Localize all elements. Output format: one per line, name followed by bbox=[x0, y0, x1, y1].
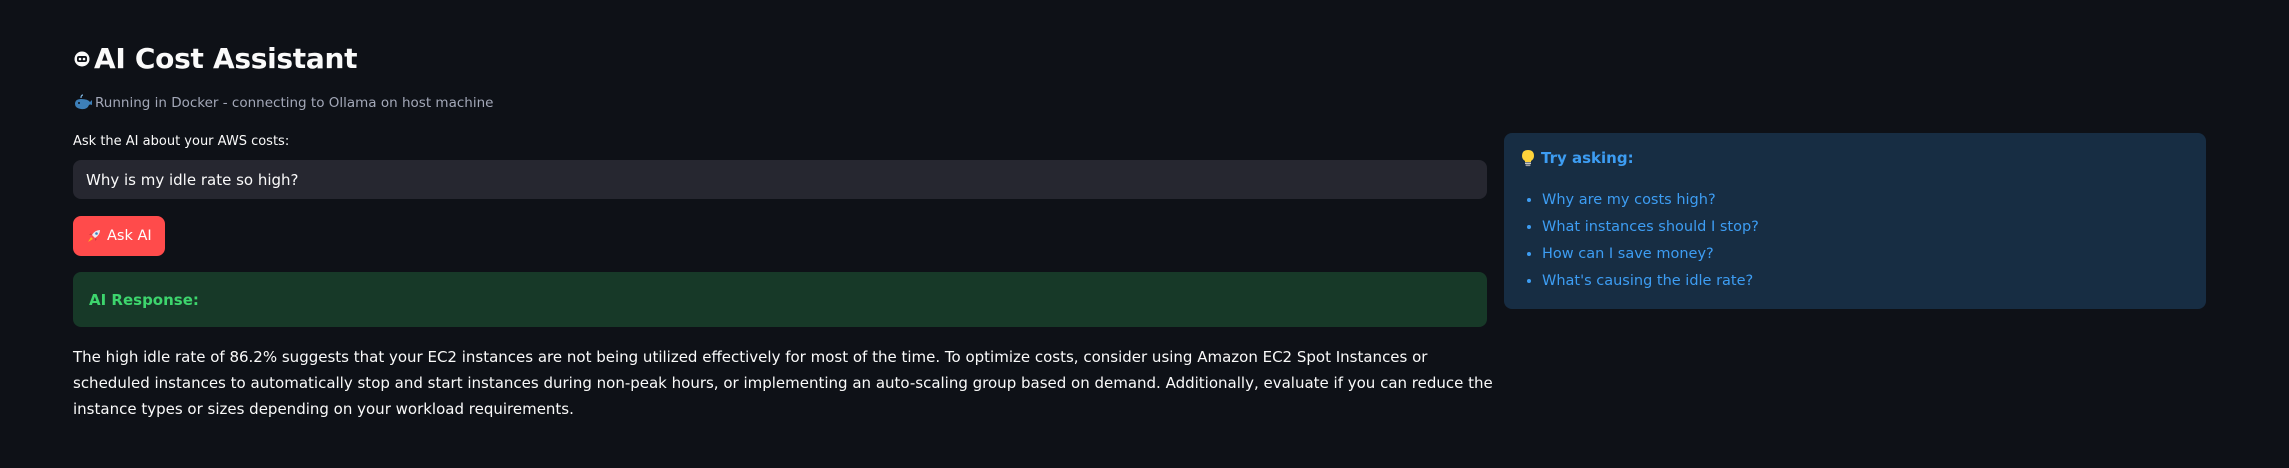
robot-face-icon bbox=[73, 50, 91, 68]
lightbulb-icon bbox=[1520, 149, 1536, 167]
query-input-label: Ask the AI about your AWS costs: bbox=[73, 134, 290, 149]
suggestions-list: Why are my costs high? What instances sh… bbox=[1520, 187, 2190, 295]
ask-ai-button[interactable]: Ask AI bbox=[73, 216, 165, 256]
status-caption-text: Running in Docker - connecting to Ollama… bbox=[95, 95, 494, 111]
page-title-text: AI Cost Assistant bbox=[94, 42, 358, 75]
suggestion-item: What instances should I stop? bbox=[1542, 214, 2190, 241]
suggestion-item: What's causing the idle rate? bbox=[1542, 268, 2190, 295]
ai-response-text: The high idle rate of 86.2% suggests tha… bbox=[73, 348, 1493, 418]
status-caption: Running in Docker - connecting to Ollama… bbox=[73, 94, 493, 112]
ai-response-label: AI Response: bbox=[89, 290, 199, 309]
query-input[interactable]: Why is my idle rate so high? bbox=[73, 160, 1487, 199]
ask-ai-button-label: Ask AI bbox=[107, 228, 152, 244]
suggestions-heading: Try asking: bbox=[1520, 149, 2190, 167]
rocket-icon bbox=[86, 228, 102, 244]
page-title: AI Cost Assistant bbox=[73, 42, 357, 75]
suggestions-heading-text: Try asking: bbox=[1541, 149, 1634, 167]
query-input-value: Why is my idle rate so high? bbox=[86, 170, 299, 189]
whale-icon bbox=[73, 94, 93, 112]
suggestion-item: How can I save money? bbox=[1542, 241, 2190, 268]
ai-response-box: AI Response: bbox=[73, 272, 1487, 327]
suggestions-panel: Try asking: Why are my costs high? What … bbox=[1504, 133, 2206, 309]
app-page: AI Cost Assistant Running in Docker - co… bbox=[0, 0, 2289, 468]
suggestion-item: Why are my costs high? bbox=[1542, 187, 2190, 214]
